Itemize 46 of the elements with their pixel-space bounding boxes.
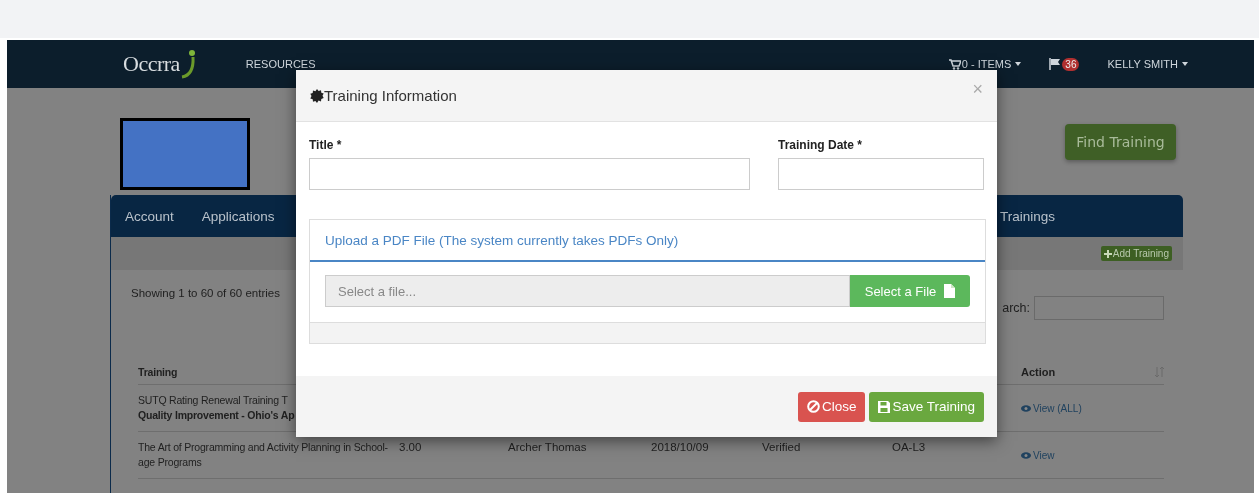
caret-icon bbox=[1182, 62, 1188, 66]
upload-heading: Upload a PDF File (The system currently takes PDFs Only) bbox=[325, 232, 679, 248]
dialog-title: Training Information bbox=[324, 87, 457, 104]
tab[interactable]: Applications bbox=[201, 208, 275, 224]
plus-icon bbox=[1103, 249, 1112, 258]
table-cell-text: The Art of Programming and Activity Planning in School-age Programs bbox=[138, 440, 389, 470]
sort-icon[interactable] bbox=[1155, 366, 1164, 378]
user-menu[interactable]: KELLY SMITH bbox=[1107, 58, 1178, 70]
eye-icon bbox=[1021, 451, 1031, 459]
table-cell-text: Verified bbox=[762, 441, 802, 453]
flag-icon[interactable] bbox=[1049, 58, 1062, 70]
file-field[interactable]: Select a file... bbox=[325, 275, 850, 307]
file-icon bbox=[944, 284, 956, 298]
swoosh-icon bbox=[179, 49, 196, 79]
close-button[interactable]: Close bbox=[797, 391, 866, 422]
tab[interactable]: Account bbox=[125, 208, 174, 224]
view-link[interactable]: View (ALL) bbox=[1021, 402, 1162, 414]
view-link[interactable]: View bbox=[1021, 449, 1162, 461]
table-cell-text: 3.00 bbox=[399, 441, 423, 453]
notification-badge: 36 bbox=[1062, 57, 1080, 71]
add-training-button[interactable]: Add Training bbox=[1100, 246, 1172, 261]
field-label: Training Date * bbox=[778, 138, 864, 152]
column-header[interactable]: Action bbox=[1021, 366, 1155, 378]
find-training-button[interactable]: Find Training bbox=[1065, 124, 1176, 160]
input-field[interactable] bbox=[778, 158, 984, 190]
logo[interactable]: Occrra bbox=[123, 51, 180, 77]
search-field[interactable] bbox=[1034, 296, 1164, 320]
save-button[interactable]: Save Training bbox=[869, 391, 984, 422]
eye-icon bbox=[1021, 404, 1031, 412]
ban-icon bbox=[806, 400, 820, 413]
input-field[interactable] bbox=[309, 158, 750, 190]
caret-icon bbox=[1015, 62, 1022, 66]
table-cell-text: Archer Thomas bbox=[508, 441, 588, 453]
entries-info: Showing 1 to 60 of 60 entries bbox=[131, 287, 280, 299]
table-cell-text: SUTQ Rating Renewal Training T bbox=[138, 393, 289, 408]
table-cell-text: Quality Improvement - Ohio's Ap bbox=[138, 408, 296, 423]
badge-icon bbox=[310, 88, 324, 103]
nav-link[interactable]: RESOURCES bbox=[245, 58, 316, 70]
cart-icon[interactable] bbox=[948, 58, 961, 70]
cart-menu[interactable]: 0 - ITEMS bbox=[961, 58, 1012, 70]
field-label: Title * bbox=[309, 138, 343, 152]
table-cell-text: OA-L3 bbox=[892, 441, 927, 453]
tab[interactable]: Trainings bbox=[999, 208, 1055, 224]
table-cell-text: 2018/10/09 bbox=[651, 441, 710, 453]
select-file-button[interactable]: Select a File bbox=[850, 275, 970, 307]
search-label: arch: bbox=[1002, 301, 1030, 315]
